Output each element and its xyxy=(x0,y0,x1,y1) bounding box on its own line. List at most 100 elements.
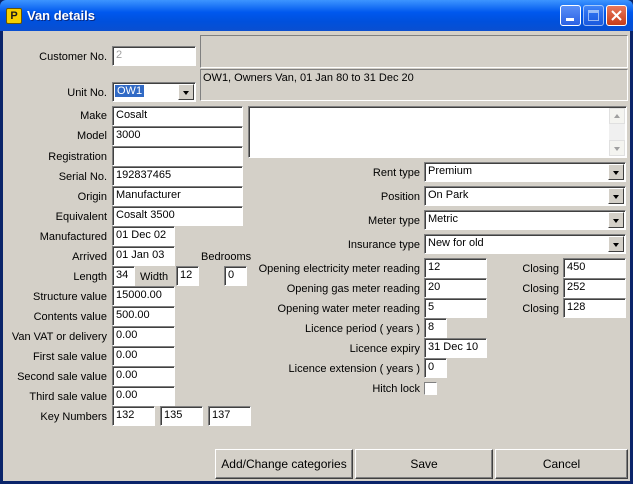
electricity-opening-field[interactable]: 12 xyxy=(424,258,487,278)
gas-opening-field[interactable]: 20 xyxy=(424,278,487,298)
close-icon xyxy=(611,10,622,21)
chevron-down-icon xyxy=(613,243,619,247)
unit-no-value: OW1 xyxy=(115,85,145,97)
bedrooms-field[interactable]: 0 xyxy=(224,266,247,286)
third-sale-field[interactable]: 0.00 xyxy=(112,386,175,406)
water-closing-field[interactable]: 128 xyxy=(563,298,626,318)
customer-info-panel xyxy=(200,35,628,68)
minimize-icon xyxy=(566,18,574,21)
first-sale-field[interactable]: 0.00 xyxy=(112,346,175,366)
key-number-3-field[interactable]: 137 xyxy=(208,406,251,426)
origin-label: Origin xyxy=(77,191,107,203)
position-dropdown-button[interactable] xyxy=(608,188,624,204)
scroll-down-button[interactable] xyxy=(609,140,625,156)
insurance-type-label: Insurance type xyxy=(347,239,420,251)
unit-summary-text: OW1, Owners Van, 01 Jan 80 to 31 Dec 20 xyxy=(203,72,414,84)
unit-no-dropdown-button[interactable] xyxy=(178,84,194,100)
position-label: Position xyxy=(380,191,420,203)
hitch-lock-label: Hitch lock xyxy=(372,383,420,395)
meter-type-dropdown-button[interactable] xyxy=(608,212,624,228)
key-number-2-field[interactable]: 135 xyxy=(160,406,203,426)
licence-expiry-label: Licence expiry xyxy=(349,343,420,355)
registration-label: Registration xyxy=(48,151,107,163)
make-label: Make xyxy=(80,110,107,122)
position-value: On Park xyxy=(428,189,469,201)
rent-type-dropdown-button[interactable] xyxy=(608,164,624,180)
contents-value-field[interactable]: 500.00 xyxy=(112,306,175,326)
first-sale-label: First sale value xyxy=(33,351,107,363)
width-field[interactable]: 12 xyxy=(176,266,199,286)
registration-field[interactable] xyxy=(112,146,243,166)
meter-type-dropdown[interactable]: Metric xyxy=(424,210,626,230)
minimize-button[interactable] xyxy=(560,5,581,26)
manufactured-field[interactable]: 01 Dec 02 xyxy=(112,226,175,246)
licence-extension-field[interactable]: 0 xyxy=(424,358,447,378)
serial-no-field[interactable]: 192837465 xyxy=(112,166,243,186)
water-meter-label: Opening water meter reading xyxy=(277,303,420,315)
manufactured-label: Manufactured xyxy=(39,231,107,243)
licence-expiry-field[interactable]: 31 Dec 10 xyxy=(424,338,487,358)
hitch-lock-checkbox[interactable] xyxy=(424,382,437,395)
arrived-label: Arrived xyxy=(72,251,107,263)
cancel-button[interactable]: Cancel xyxy=(495,449,628,479)
unit-no-dropdown[interactable]: OW1 xyxy=(112,82,196,102)
save-button[interactable]: Save xyxy=(355,449,493,479)
arrived-field[interactable]: 01 Jan 03 xyxy=(112,246,175,266)
meter-type-label: Meter type xyxy=(368,215,420,227)
notes-scrollbar[interactable] xyxy=(609,108,625,156)
meter-type-value: Metric xyxy=(428,213,458,225)
electricity-closing-field[interactable]: 450 xyxy=(563,258,626,278)
equivalent-field[interactable]: Cosalt 3500 xyxy=(112,206,243,226)
serial-no-label: Serial No. xyxy=(58,171,107,183)
second-sale-field[interactable]: 0.00 xyxy=(112,366,175,386)
van-vat-label: Van VAT or delivery xyxy=(11,331,107,343)
unit-summary-panel: OW1, Owners Van, 01 Jan 80 to 31 Dec 20 xyxy=(200,69,628,101)
chevron-down-icon xyxy=(183,91,189,95)
electricity-closing-label: Closing xyxy=(522,263,559,275)
van-details-window: P Van details Customer No. 2 Unit No. OW… xyxy=(0,0,633,484)
third-sale-label: Third sale value xyxy=(29,391,107,403)
key-number-1-field[interactable]: 132 xyxy=(112,406,155,426)
key-numbers-label: Key Numbers xyxy=(40,411,107,423)
structure-value-label: Structure value xyxy=(33,291,107,303)
electricity-meter-label: Opening electricity meter reading xyxy=(258,263,420,275)
insurance-type-dropdown-button[interactable] xyxy=(608,236,624,252)
licence-extension-label: Licence extension ( years ) xyxy=(288,363,420,375)
dialog-body: Customer No. 2 Unit No. OW1 OW1, Owners … xyxy=(3,31,630,481)
gas-closing-field[interactable]: 252 xyxy=(563,278,626,298)
structure-value-field[interactable]: 15000.00 xyxy=(112,286,175,306)
van-vat-field[interactable]: 0.00 xyxy=(112,326,175,346)
insurance-type-value: New for old xyxy=(428,237,484,249)
maximize-icon xyxy=(588,10,599,21)
second-sale-label: Second sale value xyxy=(17,371,107,383)
length-field[interactable]: 34 xyxy=(112,266,135,286)
unit-no-label: Unit No. xyxy=(67,87,107,99)
length-label: Length xyxy=(73,271,107,283)
rent-type-value: Premium xyxy=(428,165,473,177)
position-dropdown[interactable]: On Park xyxy=(424,186,626,206)
water-opening-field[interactable]: 5 xyxy=(424,298,487,318)
licence-period-label: Licence period ( years ) xyxy=(305,323,420,335)
title-bar[interactable]: P Van details xyxy=(0,0,633,31)
equivalent-label: Equivalent xyxy=(55,211,107,223)
make-field[interactable]: Cosalt xyxy=(112,106,243,126)
notes-memo[interactable] xyxy=(248,106,627,158)
maximize-button xyxy=(583,5,604,26)
customer-no-field: 2 xyxy=(112,46,196,66)
origin-field[interactable]: Manufacturer xyxy=(112,186,243,206)
app-icon: P xyxy=(6,8,22,24)
close-button[interactable] xyxy=(606,5,627,26)
chevron-down-icon xyxy=(613,195,619,199)
water-closing-label: Closing xyxy=(522,303,559,315)
scroll-up-button[interactable] xyxy=(609,108,625,124)
gas-meter-label: Opening gas meter reading xyxy=(286,283,420,295)
licence-period-field[interactable]: 8 xyxy=(424,318,447,338)
rent-type-label: Rent type xyxy=(372,167,420,179)
width-label: Width xyxy=(140,271,169,283)
insurance-type-dropdown[interactable]: New for old xyxy=(424,234,626,254)
rent-type-dropdown[interactable]: Premium xyxy=(424,162,626,182)
contents-value-label: Contents value xyxy=(33,311,107,323)
add-change-categories-button[interactable]: Add/Change categories xyxy=(215,449,353,479)
bedrooms-label: Bedrooms xyxy=(201,251,252,263)
model-field[interactable]: 3000 xyxy=(112,126,243,146)
